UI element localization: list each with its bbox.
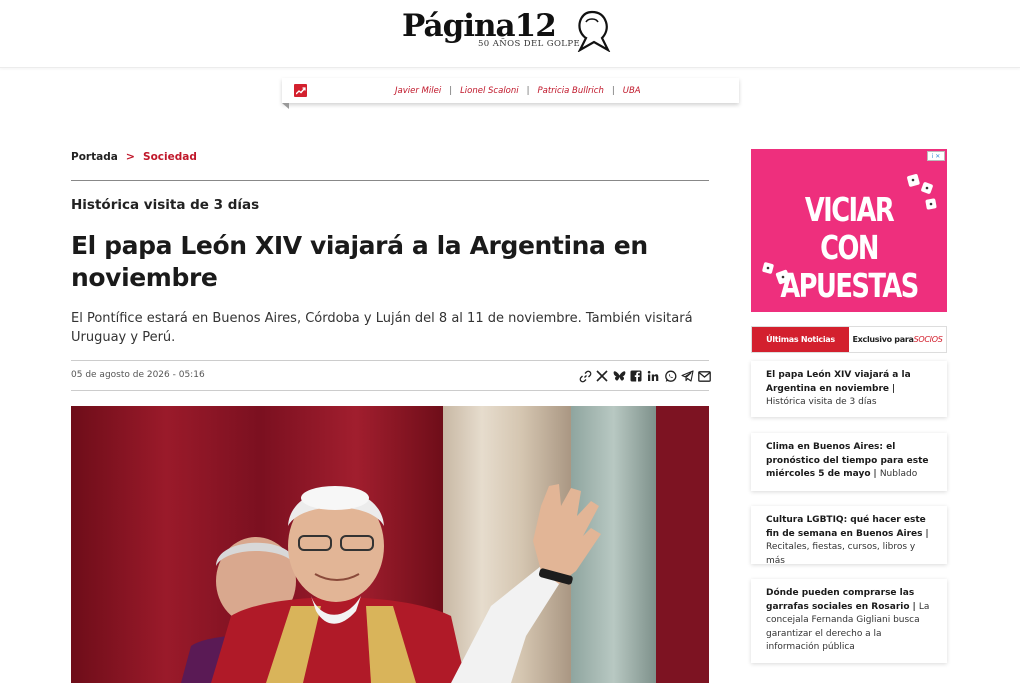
trending-separator: | <box>611 85 615 96</box>
news-summary: Histórica visita de 3 días <box>766 397 877 407</box>
news-summary: Nublado <box>879 469 918 479</box>
trending-up-icon <box>294 84 307 97</box>
telegram-icon[interactable] <box>680 369 694 383</box>
trending-link-milei[interactable]: Javier Milei <box>395 86 441 96</box>
ad-headline: VICIAR CON APUESTAS <box>773 191 926 305</box>
article-date: 05 de agosto de 2026 - 05:16 <box>71 370 205 380</box>
x-icon[interactable] <box>595 369 609 383</box>
sidebar-news-item[interactable]: Clima en Buenos Aires: el pronóstico del… <box>751 433 947 491</box>
article-subhead: El Pontífice estará en Buenos Aires, Cór… <box>71 311 693 345</box>
advertisement-banner[interactable]: i ✕ VICIAR CON APUESTAS <box>751 149 947 312</box>
trending-link-scaloni[interactable]: Lionel Scaloni <box>460 86 519 96</box>
breadcrumb-home[interactable]: Portada <box>71 151 118 163</box>
trending-bar: Javier Milei | Lionel Scaloni | Patricia… <box>282 78 739 103</box>
trending-link-uba[interactable]: UBA <box>623 86 641 96</box>
site-logo[interactable]: Página12 50 AÑOS DEL GOLPE <box>402 6 622 56</box>
email-icon[interactable] <box>697 369 711 383</box>
whatsapp-icon[interactable] <box>663 369 677 383</box>
link-icon[interactable] <box>578 369 592 383</box>
tab-exclusivo-socios[interactable]: Exclusivo para SOCIOS <box>849 327 946 352</box>
news-title: El papa León XIV viajará a la Argentina … <box>766 370 911 394</box>
breadcrumb-separator: > <box>125 150 136 163</box>
article-photo <box>71 406 709 683</box>
tab-socios-brand: SOCIOS <box>913 335 943 344</box>
trending-links: Javier Milei | Lionel Scaloni | Patricia… <box>395 78 641 103</box>
divider <box>71 390 709 391</box>
news-title: Cultura LGBTIQ: qué hacer este fin de se… <box>766 515 926 539</box>
article-kicker: Histórica visita de 3 días <box>71 197 260 213</box>
news-separator: | <box>891 383 896 394</box>
divider <box>71 180 709 181</box>
divider <box>71 360 709 361</box>
tab-exclusivo-label: Exclusivo para <box>852 335 914 344</box>
breadcrumb: Portada > Sociedad <box>71 150 197 163</box>
linkedin-icon[interactable] <box>646 369 660 383</box>
trending-separator: | <box>449 85 453 96</box>
dice-icon <box>907 174 937 210</box>
logo-subtitle: 50 AÑOS DEL GOLPE <box>478 39 581 49</box>
sidebar-news-item[interactable]: Dónde pueden comprarse las garrafas soci… <box>751 579 947 663</box>
sidebar-news-item[interactable]: El papa León XIV viajará a la Argentina … <box>751 361 947 417</box>
sidebar-tabs: Últimas Noticias Exclusivo para SOCIOS <box>751 326 947 353</box>
bluesky-icon[interactable] <box>612 369 626 383</box>
dice-icon <box>762 262 791 285</box>
breadcrumb-section[interactable]: Sociedad <box>143 151 197 163</box>
facebook-icon[interactable] <box>629 369 643 383</box>
article-headline: El papa León XIV viajará a la Argentina … <box>71 231 648 292</box>
sidebar-news-item[interactable]: Cultura LGBTIQ: qué hacer este fin de se… <box>751 506 947 566</box>
white-kerchief-icon <box>577 10 611 52</box>
news-separator: | <box>925 528 929 539</box>
news-summary: Recitales, fiestas, cursos, libros y más <box>766 542 916 566</box>
trending-bar-fold <box>282 103 289 109</box>
tab-ultimas-noticias[interactable]: Últimas Noticias <box>752 327 849 352</box>
news-title: Dónde pueden comprarse las garrafas soci… <box>766 588 915 612</box>
site-header: Página12 50 AÑOS DEL GOLPE <box>0 0 1020 68</box>
trending-separator: | <box>526 85 530 96</box>
ad-info-icon[interactable]: i ✕ <box>927 151 945 161</box>
share-bar <box>578 368 711 384</box>
ad-line-1: VICIAR CON <box>804 190 895 267</box>
trending-link-bullrich[interactable]: Patricia Bullrich <box>538 86 604 96</box>
